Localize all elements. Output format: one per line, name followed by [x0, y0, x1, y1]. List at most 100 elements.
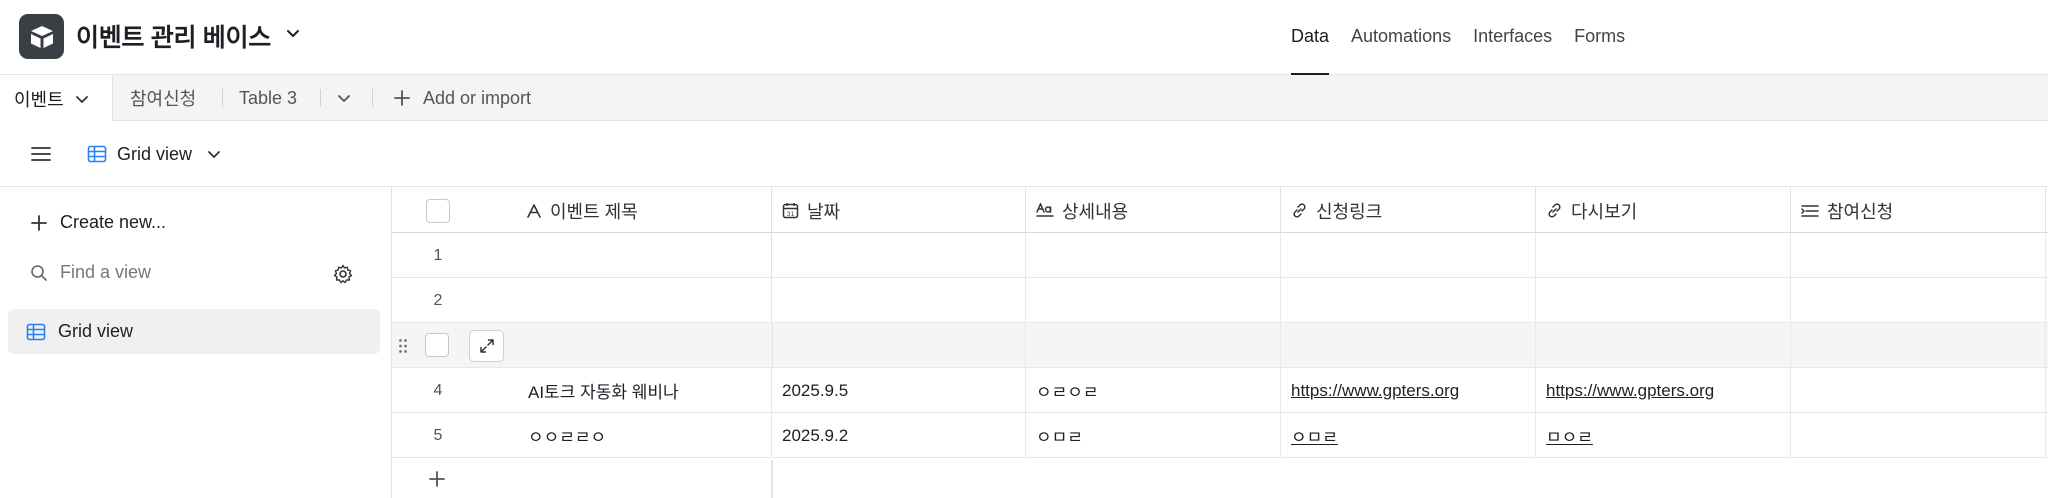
column-header-title[interactable]: 이벤트 제목 — [516, 188, 772, 233]
column-header-detail[interactable]: 상세내용 — [1026, 188, 1281, 233]
expand-record-button[interactable] — [469, 330, 504, 362]
tab-divider — [372, 89, 373, 107]
grid-view-icon — [87, 145, 107, 163]
create-new-label: Create new... — [60, 212, 167, 232]
cell-title[interactable]: ㅇㅇㄹㄹㅇ — [516, 413, 772, 458]
svg-text:31: 31 — [787, 211, 795, 218]
column-header-label: 상세내용 — [1062, 201, 1129, 222]
tables-bar: 이벤트 참여신청 Table 3 Add or import — [0, 75, 2048, 122]
cell-replay[interactable]: https://www.gpters.org — [1536, 368, 1791, 413]
column-header-label: 이벤트 제목 — [550, 201, 638, 222]
table-tab-participation[interactable]: 참여신청 — [130, 75, 196, 121]
cell-replay[interactable] — [1536, 233, 1791, 278]
cell-detail[interactable] — [1026, 278, 1281, 323]
text-a-icon — [527, 203, 541, 218]
cell-apply-link[interactable] — [1281, 278, 1536, 323]
cell-detail[interactable] — [1026, 233, 1281, 278]
table-tab-events[interactable]: 이벤트 — [0, 75, 113, 122]
expand-icon — [479, 339, 494, 353]
link-icon — [1548, 203, 1561, 218]
plus-icon — [429, 471, 445, 487]
cell-detail[interactable]: ㅇㅁㄹ — [1026, 413, 1281, 458]
cell-title[interactable] — [484, 233, 772, 278]
table-row[interactable] — [392, 323, 2048, 368]
base-logo-icon[interactable] — [19, 14, 64, 59]
drag-handle-icon[interactable] — [398, 338, 408, 354]
cell-replay[interactable] — [1536, 323, 1791, 368]
cell-title[interactable] — [484, 278, 772, 323]
view-bar: Grid view — [0, 121, 2048, 187]
add-record-row[interactable] — [392, 460, 772, 498]
cell-detail[interactable]: ㅇㄹㅇㄹ — [1026, 368, 1281, 413]
cell-date[interactable] — [772, 278, 1026, 323]
column-divider — [772, 323, 773, 368]
chevron-down-icon — [75, 95, 88, 103]
apply-link[interactable]: ㅇㅁㄹ — [1291, 423, 1338, 448]
cell-participation[interactable] — [1791, 233, 2046, 278]
table-tab-table3[interactable]: Table 3 — [239, 75, 297, 121]
column-header-replay[interactable]: 다시보기 — [1536, 188, 1791, 233]
cell-date[interactable] — [772, 323, 1026, 368]
nav-forms[interactable]: Forms — [1574, 0, 1625, 75]
sidebar-view-grid[interactable]: Grid view — [8, 309, 380, 354]
plus-icon — [31, 214, 47, 231]
gear-icon[interactable] — [333, 264, 353, 284]
plus-icon — [394, 90, 410, 106]
hamburger-menu-icon[interactable] — [30, 145, 52, 163]
cell-date[interactable]: 2025.9.2 — [772, 413, 1026, 458]
nav-data[interactable]: Data — [1291, 0, 1330, 75]
calendar-icon: 31 — [782, 203, 799, 219]
row-number: 1 — [433, 246, 443, 264]
row-number: 2 — [433, 291, 443, 309]
row-checkbox[interactable] — [425, 333, 449, 357]
chevron-down-icon — [338, 95, 350, 102]
add-or-import-label: Add or import — [423, 87, 532, 108]
all-tables-dropdown[interactable] — [336, 75, 352, 121]
data-grid: 이벤트 제목 31 날짜 상세내용 신청링크 다시보기 참여신청 1 2 4 A… — [392, 188, 2048, 498]
table-row[interactable]: 2 — [392, 278, 2048, 323]
cell-apply-link[interactable]: ㅇㅁㄹ — [1281, 413, 1536, 458]
cell-date[interactable] — [772, 233, 1026, 278]
table-row[interactable]: 1 — [392, 233, 2048, 278]
table-row[interactable]: 5 ㅇㅇㄹㄹㅇ 2025.9.2 ㅇㅁㄹ ㅇㅁㄹ ㅁㅇㄹ — [392, 413, 2048, 458]
nav-automations[interactable]: Automations — [1351, 0, 1451, 75]
chevron-down-icon[interactable] — [284, 24, 302, 42]
cell-participation[interactable] — [1791, 278, 2046, 323]
cell-detail[interactable] — [1026, 323, 1281, 368]
views-sidebar: Create new... Find a view Grid view — [0, 188, 392, 498]
cell-apply-link[interactable] — [1281, 323, 1536, 368]
create-new-view-button[interactable]: Create new... — [30, 212, 166, 233]
select-all-checkbox[interactable] — [426, 198, 450, 223]
app-header: 이벤트 관리 베이스 Data Automations Interfaces F… — [0, 0, 2048, 75]
cell-title[interactable]: AI토크 자동화 웨비나 — [516, 368, 772, 413]
apply-link[interactable]: https://www.gpters.org — [1291, 381, 1459, 401]
search-icon — [31, 264, 47, 281]
grid-header-row: 이벤트 제목 31 날짜 상세내용 신청링크 다시보기 참여신청 — [392, 188, 2048, 233]
cell-participation[interactable] — [1791, 368, 2046, 413]
replay-link[interactable]: ㅁㅇㄹ — [1546, 423, 1593, 448]
linked-record-icon — [1801, 204, 1819, 217]
view-switcher[interactable]: Grid view — [87, 140, 222, 168]
base-title[interactable]: 이벤트 관리 베이스 — [76, 18, 271, 54]
row-number: 5 — [433, 426, 443, 444]
column-header-apply-link[interactable]: 신청링크 — [1281, 188, 1536, 233]
replay-link[interactable]: https://www.gpters.org — [1546, 381, 1714, 401]
nav-interfaces[interactable]: Interfaces — [1473, 0, 1552, 75]
find-view-search[interactable]: Find a view — [30, 262, 360, 283]
current-view-label: Grid view — [117, 143, 193, 164]
cell-apply-link[interactable] — [1281, 233, 1536, 278]
add-or-import-button[interactable]: Add or import — [393, 75, 531, 121]
cell-apply-link[interactable]: https://www.gpters.org — [1281, 368, 1536, 413]
column-header-participation[interactable]: 참여신청 — [1791, 188, 2046, 233]
top-nav: Data Automations Interfaces Forms — [1291, 0, 1625, 75]
cell-participation[interactable] — [1791, 323, 2046, 368]
cell-replay[interactable]: ㅁㅇㄹ — [1536, 413, 1791, 458]
cell-date[interactable]: 2025.9.5 — [772, 368, 1026, 413]
column-header-label: 다시보기 — [1571, 201, 1638, 222]
select-all-cell — [392, 188, 484, 233]
table-row[interactable]: 4 AI토크 자동화 웨비나 2025.9.5 ㅇㄹㅇㄹ https://www… — [392, 368, 2048, 413]
cell-participation[interactable] — [1791, 413, 2046, 458]
column-header-date[interactable]: 31 날짜 — [772, 188, 1026, 233]
cell-replay[interactable] — [1536, 278, 1791, 323]
